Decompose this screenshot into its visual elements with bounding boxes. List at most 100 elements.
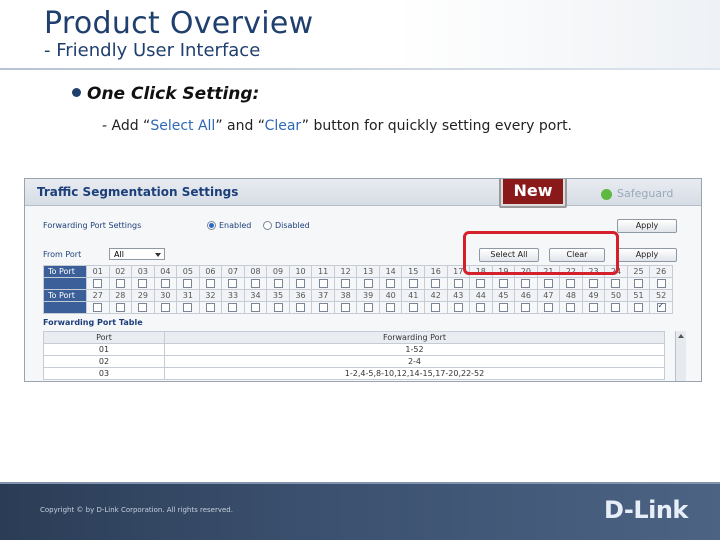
port-checkbox-13[interactable] <box>363 279 373 288</box>
port-checkbox-cell-10 <box>288 277 313 290</box>
port-checkbox-cell-43 <box>446 301 471 314</box>
port-checkbox-34[interactable] <box>250 303 260 312</box>
port-checkbox-cell-05 <box>176 277 200 290</box>
port-number-46: 46 <box>514 289 538 302</box>
port-checkbox-18[interactable] <box>476 279 486 288</box>
port-checkbox-01[interactable] <box>93 279 103 288</box>
port-checkbox-cell-32 <box>198 301 223 314</box>
port-number-36: 36 <box>288 289 313 302</box>
port-checkbox-26[interactable] <box>656 279 666 288</box>
port-checkbox-33[interactable] <box>228 303 238 312</box>
port-checkbox-31[interactable] <box>183 303 193 312</box>
port-checkbox-44[interactable] <box>476 303 486 312</box>
port-checkbox-41[interactable] <box>408 303 418 312</box>
port-number-30: 30 <box>153 289 178 302</box>
port-checkbox-23[interactable] <box>588 279 598 288</box>
disabled-radio[interactable] <box>263 221 272 230</box>
bullet-description: - Add “Select All” and “Clear” button fo… <box>102 118 572 134</box>
port-checkbox-cell-17 <box>446 277 471 290</box>
port-checkbox-04[interactable] <box>160 279 170 288</box>
forwarding-port-table-title: Forwarding Port Table <box>43 318 143 327</box>
port-checkbox-cell-28 <box>108 301 133 314</box>
port-checkbox-12[interactable] <box>341 279 351 288</box>
port-number-37: 37 <box>311 289 335 302</box>
port-checkbox-14[interactable] <box>386 279 396 288</box>
port-checkbox-11[interactable] <box>318 279 328 288</box>
port-checkbox-cell-07 <box>221 277 245 290</box>
port-checkbox-cell-51 <box>626 301 651 314</box>
port-number-14: 14 <box>378 265 403 278</box>
port-checkbox-21[interactable] <box>543 279 553 288</box>
port-number-44: 44 <box>469 289 493 302</box>
port-checkbox-09[interactable] <box>273 279 283 288</box>
port-checkbox-cell-09 <box>266 277 290 290</box>
port-checkbox-cell-31 <box>176 301 200 314</box>
port-checkbox-42[interactable] <box>431 303 441 312</box>
apply-button-top[interactable]: Apply <box>617 219 677 233</box>
chevron-down-icon <box>155 253 161 257</box>
port-checkbox-46[interactable] <box>521 303 531 312</box>
port-checkbox-17[interactable] <box>453 279 463 288</box>
port-checkbox-cell-33 <box>221 301 245 314</box>
port-checkbox-cell-26 <box>649 277 673 290</box>
port-checkbox-cell-12 <box>333 277 358 290</box>
port-checkbox-27[interactable] <box>93 303 103 312</box>
to-port-label: To Port <box>43 265 87 278</box>
port-number-33: 33 <box>221 289 245 302</box>
port-checkbox-52[interactable] <box>656 301 666 312</box>
port-checkbox-08[interactable] <box>250 279 260 288</box>
port-checkbox-cell-40 <box>378 301 403 314</box>
port-checkbox-19[interactable] <box>498 279 508 288</box>
port-checkbox-03[interactable] <box>138 279 148 288</box>
port-number-01: 01 <box>86 265 110 278</box>
port-checkbox-39[interactable] <box>363 303 373 312</box>
port-checkbox-35[interactable] <box>273 303 283 312</box>
cell-forwarding: 2-4 <box>164 355 665 368</box>
port-checkbox-29[interactable] <box>138 303 148 312</box>
table-scrollbar[interactable] <box>675 331 686 381</box>
port-checkbox-37[interactable] <box>318 303 328 312</box>
port-checkbox-10[interactable] <box>296 279 306 288</box>
port-checkbox-36[interactable] <box>296 303 306 312</box>
port-checkbox-20[interactable] <box>521 279 531 288</box>
port-checkbox-32[interactable] <box>205 303 215 312</box>
port-checkbox-47[interactable] <box>543 303 553 312</box>
apply-button[interactable]: Apply <box>617 248 677 262</box>
port-number-09: 09 <box>266 265 290 278</box>
port-checkbox-40[interactable] <box>386 303 396 312</box>
port-checkbox-16[interactable] <box>431 279 441 288</box>
port-checkbox-48[interactable] <box>566 303 576 312</box>
port-checkbox-45[interactable] <box>498 303 508 312</box>
from-port-select[interactable]: All <box>109 248 165 260</box>
port-checkbox-cell-14 <box>378 277 403 290</box>
row-spacer-2 <box>43 301 87 314</box>
port-checkbox-51[interactable] <box>634 303 644 312</box>
port-checkbox-22[interactable] <box>566 279 576 288</box>
port-checkbox-38[interactable] <box>341 303 351 312</box>
port-checkbox-28[interactable] <box>115 303 125 312</box>
panel-header: Traffic Segmentation Settings Safeguard <box>25 179 701 206</box>
table-row: 03 1-2,4-5,8-10,12,14-15,17-20,22-52 <box>43 367 665 380</box>
port-checkbox-30[interactable] <box>160 303 170 312</box>
port-checkbox-24[interactable] <box>611 279 621 288</box>
port-checkbox-15[interactable] <box>408 279 418 288</box>
port-checkbox-cell-30 <box>153 301 178 314</box>
port-checkbox-cell-24 <box>604 277 628 290</box>
enabled-radio[interactable] <box>207 221 216 230</box>
desc-clear: Clear <box>264 118 302 134</box>
bullet-text: One Click Setting: <box>87 84 260 104</box>
port-checkbox-07[interactable] <box>228 279 238 288</box>
port-checkbox-43[interactable] <box>453 303 463 312</box>
port-checkbox-49[interactable] <box>588 303 598 312</box>
port-number-13: 13 <box>356 265 380 278</box>
footer-divider <box>0 482 720 484</box>
port-checkbox-05[interactable] <box>183 279 193 288</box>
port-number-50: 50 <box>604 289 628 302</box>
cell-forwarding: 1-52 <box>164 343 665 356</box>
port-checkbox-cell-27 <box>86 301 110 314</box>
port-checkbox-02[interactable] <box>115 279 125 288</box>
port-checkbox-25[interactable] <box>634 279 644 288</box>
port-checkbox-06[interactable] <box>205 279 215 288</box>
from-port-label: From Port <box>43 250 82 259</box>
port-checkbox-50[interactable] <box>611 303 621 312</box>
